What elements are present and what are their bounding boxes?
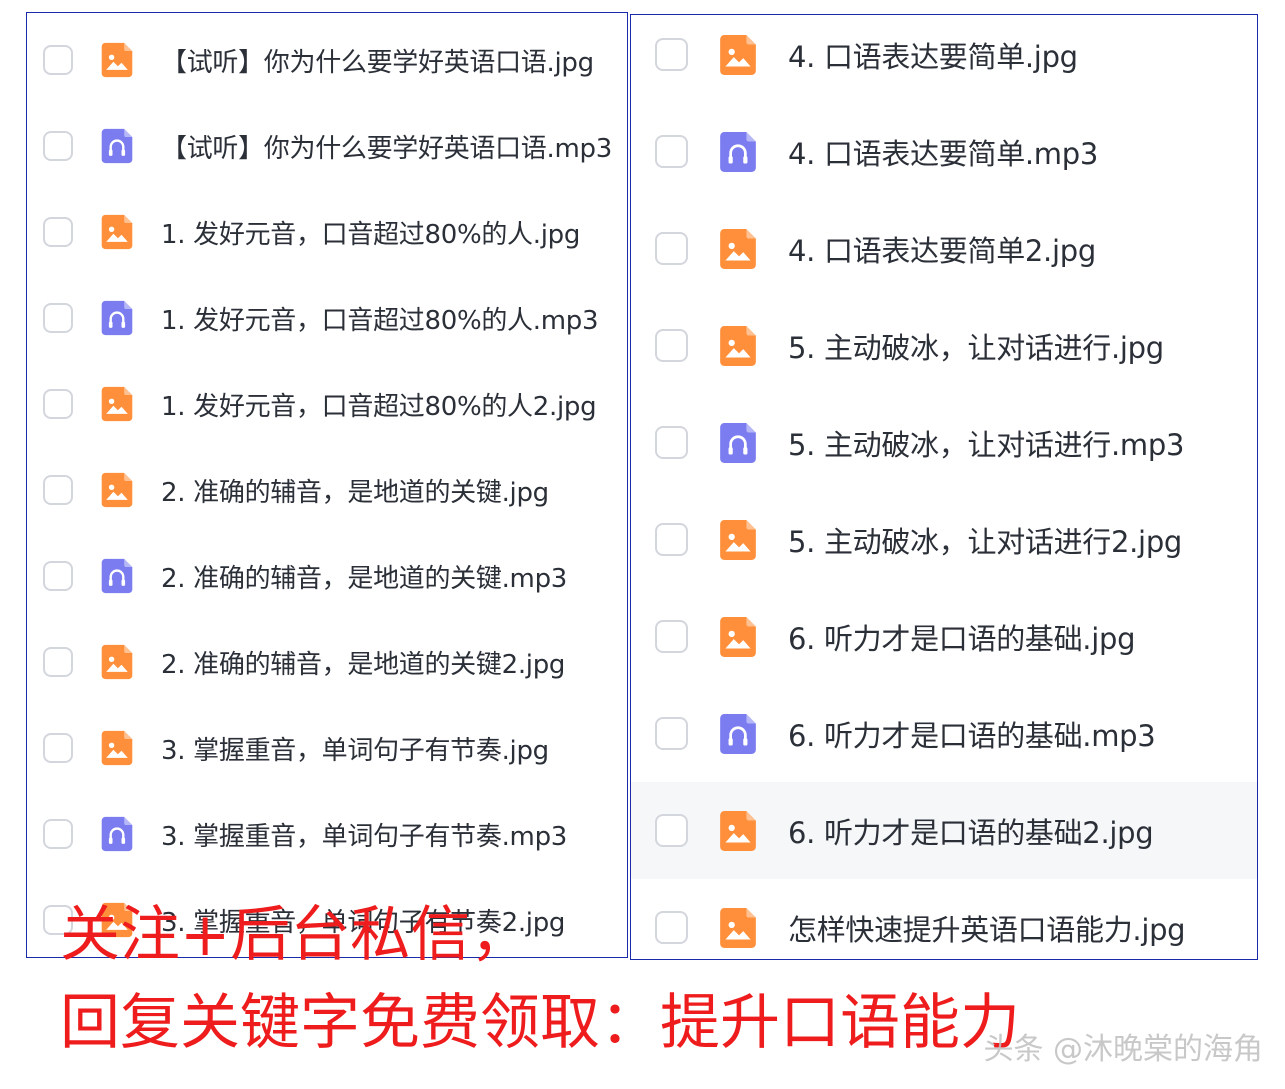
file-name[interactable]: 6. 听力才是口语的基础.jpg [788,616,1135,658]
image-file-icon [720,907,756,948]
file-checkbox[interactable] [43,303,73,333]
file-row[interactable]: 6. 听力才是口语的基础.mp3 [631,685,1257,782]
file-name[interactable]: 【试听】你为什么要学好英语口语.mp3 [161,128,612,165]
image-file-icon [101,386,133,422]
file-checkbox[interactable] [655,38,688,71]
image-file-icon [720,325,756,366]
file-row[interactable]: 6. 听力才是口语的基础.jpg [631,588,1257,685]
file-row[interactable]: 1. 发好元音，口音超过80%的人.mp3 [27,275,627,361]
file-name[interactable]: 5. 主动破冰，让对话进行.mp3 [788,422,1184,464]
file-name[interactable]: 4. 口语表达要简单2.jpg [788,228,1096,270]
file-name[interactable]: 3. 掌握重音，单词句子有节奏.jpg [161,730,549,767]
file-checkbox[interactable] [655,620,688,653]
file-row[interactable]: 4. 口语表达要简单.mp3 [631,103,1257,200]
file-row[interactable]: 5. 主动破冰，让对话进行.jpg [631,297,1257,394]
file-row[interactable]: 3. 掌握重音，单词句子有节奏.jpg [27,705,627,791]
file-row[interactable]: 【试听】你为什么要学好英语口语.mp3 [27,103,627,189]
file-row[interactable]: 5. 主动破冰，让对话进行.mp3 [631,394,1257,491]
file-name[interactable]: 5. 主动破冰，让对话进行.jpg [788,325,1164,367]
file-checkbox[interactable] [655,814,688,847]
image-file-icon [720,810,756,851]
file-checkbox[interactable] [655,911,688,944]
file-name[interactable]: 【试听】你为什么要学好英语口语.jpg [161,42,594,79]
promo-text-line-1: 关注+后台私信， [60,900,531,970]
watermark: 头条 @沐晚棠的海角 [983,1032,1263,1067]
image-file-icon [101,214,133,250]
file-row[interactable]: 【试听】你为什么要学好英语口语.jpg [27,17,627,103]
audio-file-icon [101,816,133,852]
file-checkbox[interactable] [43,647,73,677]
image-file-icon [101,472,133,508]
file-row[interactable]: 2. 准确的辅音，是地道的关键2.jpg [27,619,627,705]
file-name[interactable]: 2. 准确的辅音，是地道的关键2.jpg [161,644,565,681]
file-row[interactable]: 2. 准确的辅音，是地道的关键.mp3 [27,533,627,619]
image-file-icon [101,644,133,680]
file-row[interactable]: 怎样快速提升英语口语能力.jpg [631,879,1257,976]
file-checkbox[interactable] [43,733,73,763]
audio-file-icon [720,713,756,754]
file-name[interactable]: 1. 发好元音，口音超过80%的人2.jpg [161,386,597,423]
file-list-right: 4. 口语表达要简单.jpg 4. 口语表达要简单.mp3 4. 口语表达要简单2.… [630,14,1258,960]
file-list-left: 【试听】你为什么要学好英语口语.jpg 【试听】你为什么要学好英语口语.mp3 1.… [26,12,628,958]
file-checkbox[interactable] [43,561,73,591]
file-row[interactable]: 3. 掌握重音，单词句子有节奏.mp3 [27,791,627,877]
file-checkbox[interactable] [43,45,73,75]
audio-file-icon [720,131,756,172]
image-file-icon [720,519,756,560]
file-name[interactable]: 6. 听力才是口语的基础2.jpg [788,810,1154,852]
file-row[interactable]: 6. 听力才是口语的基础2.jpg [631,782,1257,879]
file-name[interactable]: 2. 准确的辅音，是地道的关键.mp3 [161,558,567,595]
file-row[interactable]: 4. 口语表达要简单2.jpg [631,200,1257,297]
image-file-icon [101,42,133,78]
file-name[interactable]: 4. 口语表达要简单.jpg [788,34,1078,76]
file-checkbox[interactable] [655,717,688,750]
file-name[interactable]: 5. 主动破冰，让对话进行2.jpg [788,519,1182,561]
file-checkbox[interactable] [43,819,73,849]
file-checkbox[interactable] [655,232,688,265]
file-row[interactable]: 1. 发好元音，口音超过80%的人.jpg [27,189,627,275]
file-checkbox[interactable] [43,131,73,161]
audio-file-icon [101,128,133,164]
file-row[interactable]: 2. 准确的辅音，是地道的关键.jpg [27,447,627,533]
audio-file-icon [720,422,756,463]
image-file-icon [720,616,756,657]
file-checkbox[interactable] [43,475,73,505]
file-row[interactable]: 1. 发好元音，口音超过80%的人2.jpg [27,361,627,447]
file-row[interactable]: 4. 口语表达要简单.jpg [631,6,1257,103]
file-name[interactable]: 1. 发好元音，口音超过80%的人.mp3 [161,300,599,337]
file-checkbox[interactable] [655,329,688,362]
file-checkbox[interactable] [655,135,688,168]
image-file-icon [720,34,756,75]
promo-text-line-2: 回复关键字免费领取：提升口语能力 [60,988,1020,1058]
audio-file-icon [101,558,133,594]
file-name[interactable]: 3. 掌握重音，单词句子有节奏.mp3 [161,816,567,853]
image-file-icon [720,228,756,269]
file-row[interactable]: 5. 主动破冰，让对话进行2.jpg [631,491,1257,588]
file-name[interactable]: 2. 准确的辅音，是地道的关键.jpg [161,472,549,509]
file-checkbox[interactable] [43,389,73,419]
file-name[interactable]: 6. 听力才是口语的基础.mp3 [788,713,1156,755]
image-file-icon [101,730,133,766]
file-checkbox[interactable] [43,217,73,247]
file-name[interactable]: 4. 口语表达要简单.mp3 [788,131,1098,173]
file-checkbox[interactable] [655,523,688,556]
file-checkbox[interactable] [655,426,688,459]
audio-file-icon [101,300,133,336]
file-name[interactable]: 怎样快速提升英语口语能力.jpg [788,907,1186,949]
file-name[interactable]: 1. 发好元音，口音超过80%的人.jpg [161,214,580,251]
